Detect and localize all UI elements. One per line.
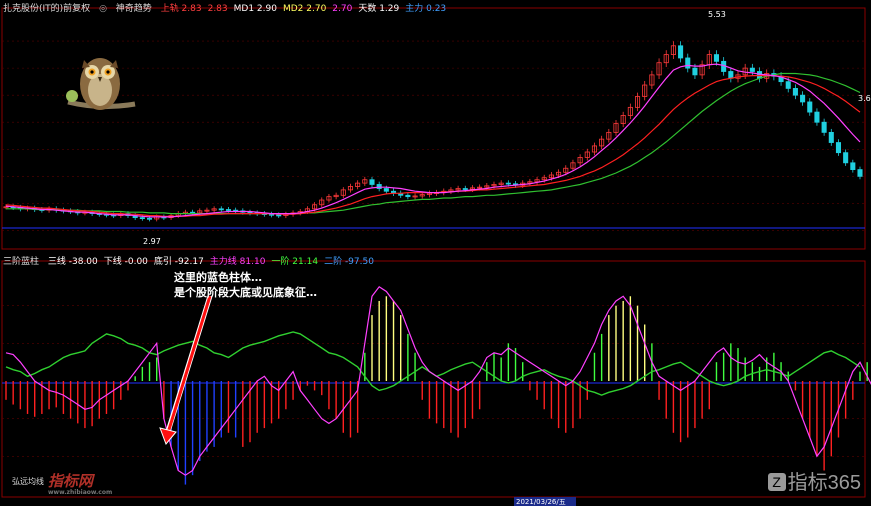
ma-red-line [5,74,861,217]
candle-body [814,111,820,123]
price-low-label: 2.97 [143,237,161,246]
candle-body [383,188,389,192]
osc-header-value-4: 一阶 21.14 [271,257,319,267]
moving-average-lines [5,63,861,218]
price-indicator-name: 神奇趋势 [115,4,152,14]
oscillator-panel-frame [1,260,866,498]
oscillator-grid [2,305,865,457]
candle-body [146,217,153,220]
annotation-arrow-head [159,427,177,445]
candle-body [800,94,806,103]
ma-magenta-line [5,63,861,218]
price-high-label: 5.53 [708,10,726,19]
oscillator-header-values: 三线 -38.00 下线 -0.00 底引 -92.17 主力线 81.10 一阶 21… [48,257,380,267]
indicator-dot-icon: ◎ [99,4,107,14]
candle-body [685,57,691,69]
price-panel-title: 扎克股份(IT的)前复权 [3,4,91,14]
candle-body [850,162,856,170]
annotation-line-2: 是个股阶段大底或见底象征… [174,286,317,299]
candle-body [749,67,755,72]
candle-body [678,45,684,59]
date-label: 2021/03/26/五 [516,498,566,506]
price-header-values: 上轨 2.83 2.83 MD1 2.90 MD2 2.70 2.70 天数 1.29 主力… [161,4,452,14]
candle-body [276,214,282,217]
candle-body [835,142,842,154]
chart-canvas: 5.53 2.97 3.6 2021/03/26/五 [1,7,871,506]
candle-body [792,88,798,96]
watermark-left-sub: www.zhibiaow.com [48,489,113,496]
osc-header-value-2: 底引 -92.17 [153,257,204,267]
price-right-label: 3.6 [858,94,871,103]
price-header-value-4: 2.70 [332,4,353,14]
candle-body [785,81,791,89]
price-header-value-5: 天数 1.29 [358,4,400,14]
osc-header-value-0: 三线 -38.00 [47,257,98,267]
price-header-value-1: 2.83 [207,4,228,14]
watermark-right: Z 指标365 [767,466,861,495]
oscillator-panel-header: 三阶蓝柱 三线 -38.00 下线 -0.00 底引 -92.17 主力线 81.10… [3,254,386,267]
price-panel-header: 扎克股份(IT的)前复权 ◎ 神奇趋势 上轨 2.83 2.83 MD1 2.90 M… [3,1,458,14]
candle-body [728,71,734,79]
watermark-left: 指标网 www.zhibiaow.com [48,470,112,496]
candle-body [139,217,145,220]
osc-header-value-3: 主力线 81.10 [209,257,266,267]
annotation-text: 这里的蓝色柱体… 是个股阶段大底或见底象征… [174,270,317,300]
candle-body [369,179,375,185]
price-header-value-0: 上轨 2.83 [160,4,202,14]
candle-body [857,169,863,177]
price-header-value-6: 主力 0.23 [405,4,447,14]
candle-body [821,121,827,133]
candle-body [218,208,224,211]
annotation-line-1: 这里的蓝色柱体… [174,271,262,284]
candle-body [405,194,411,198]
oscillator-green-line [5,331,861,396]
price-header-value-3: MD2 2.70 [282,4,327,14]
owl-logo [66,58,136,110]
candle-body [828,131,834,143]
candle-body [807,101,813,113]
candle-body [225,209,232,211]
price-header-value-2: MD1 2.90 [233,4,277,14]
candle-body [843,152,849,164]
osc-header-value-1: 下线 -0.00 [103,257,148,267]
osc-header-value-5: 二阶 -97.50 [324,257,374,267]
watermark-right-main: 指标365 [787,472,861,494]
price-panel-frame [1,7,866,250]
candle-body [505,182,511,185]
oscillator-panel-title: 三阶蓝柱 [3,257,40,267]
watermark-left-main: 指标网 [48,472,94,490]
candle-body [692,67,698,76]
candle-body [462,188,468,190]
annotation-arrow [165,295,212,437]
sub-label: 弘远均线 [12,477,44,486]
candle-body [713,54,720,62]
candle-body [268,213,275,216]
brand-z-icon: Z [767,473,786,491]
